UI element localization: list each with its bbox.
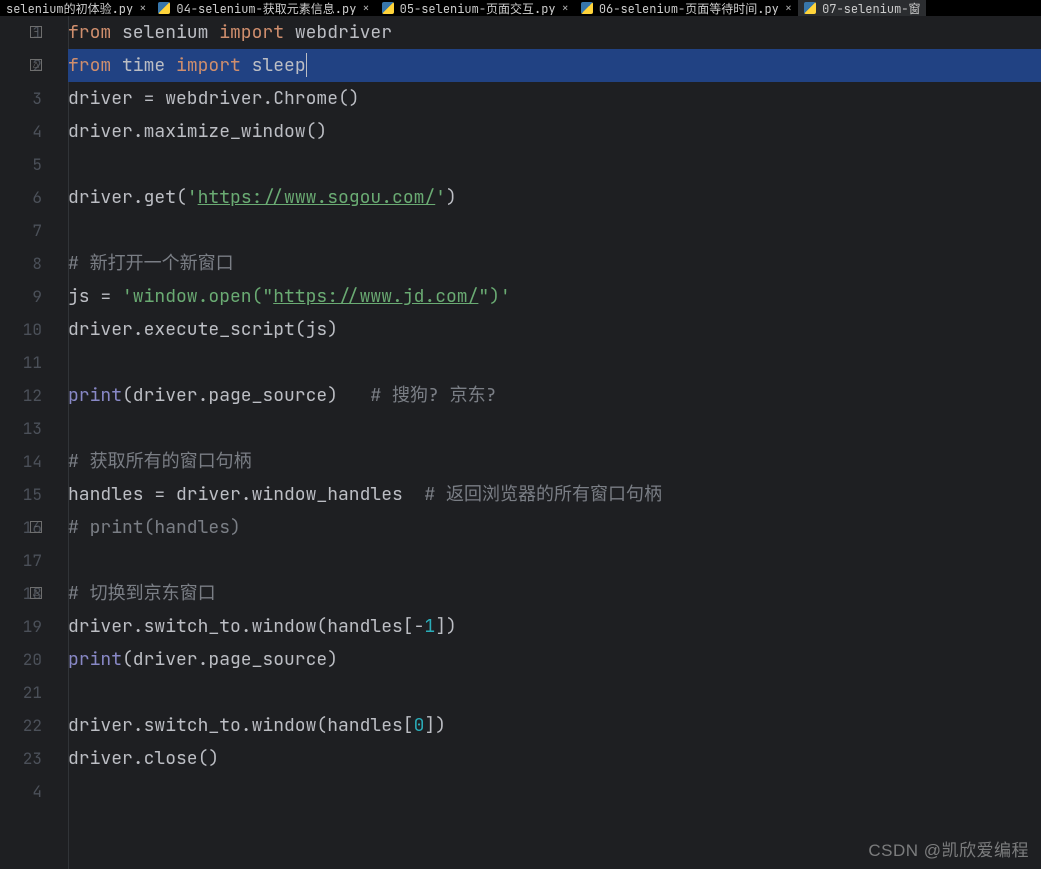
code-line: js = 'window.open("https://www.jd.com/")… [68,280,1041,313]
code-line: # 获取所有的窗口句柄 [68,445,1041,478]
line-number: 1− [0,16,42,49]
fold-icon[interactable]: − [30,521,42,533]
code-line: driver.close() [68,742,1041,775]
code-line: handles = driver.window_handles # 返回浏览器的… [68,478,1041,511]
code-line [68,346,1041,379]
code-line [68,544,1041,577]
code-line: # 切换到京东窗口 [68,577,1041,610]
editor-tab[interactable]: 05-selenium-页面交互.py× [376,0,575,16]
python-icon [581,2,593,14]
code-line: driver.execute_script(js) [68,313,1041,346]
line-number: 6 [0,181,42,214]
line-number: 10 [0,313,42,346]
fold-icon[interactable]: △ [30,587,42,599]
line-number: 20 [0,643,42,676]
editor-tab-active[interactable]: 07-selenium-窗 [798,0,926,16]
code-line: driver.switch_to.window(handles[-1]) [68,610,1041,643]
close-icon[interactable]: × [785,0,792,16]
line-number: 22 [0,709,42,742]
line-number: 8 [0,247,42,280]
code-line [68,775,1041,808]
editor-tab[interactable]: selenium的初体验.py× [0,0,152,16]
line-number: 19 [0,610,42,643]
watermark-text: CSDN @凯欣爱编程 [868,836,1029,861]
line-number: 4 [0,775,42,808]
line-number: 7 [0,214,42,247]
text-cursor [306,53,307,77]
code-area[interactable]: from selenium import webdriver from time… [68,16,1041,869]
line-number: 4 [0,115,42,148]
line-number: 2△ [0,49,42,82]
code-line [68,214,1041,247]
fold-icon[interactable]: − [30,26,42,38]
python-icon [382,2,394,14]
line-number: 9 [0,280,42,313]
code-line: driver.maximize_window() [68,115,1041,148]
tab-bar: selenium的初体验.py× 04-selenium-获取元素信息.py× … [0,0,1041,16]
code-line: # 新打开一个新窗口 [68,247,1041,280]
code-line current-line: from time import sleep [68,49,1041,82]
close-icon[interactable]: × [362,0,369,16]
code-line [68,676,1041,709]
code-line: print(driver.page_source) # 搜狗? 京东? [68,379,1041,412]
line-number: 23 [0,742,42,775]
close-icon[interactable]: × [562,0,569,16]
code-line: print(driver.page_source) [68,643,1041,676]
line-number: 13 [0,412,42,445]
code-line: # print(handles) [68,511,1041,544]
fold-icon[interactable]: △ [30,59,42,71]
line-number-gutter: 1− 2△ 3 4 5 6 7 8 9 10 11 12 13 14 15 16… [0,16,68,869]
code-editor[interactable]: 1− 2△ 3 4 5 6 7 8 9 10 11 12 13 14 15 16… [0,16,1041,869]
code-line [68,412,1041,445]
line-number: 14 [0,445,42,478]
line-number: 16− [0,511,42,544]
line-number: 3 [0,82,42,115]
line-number: 18△ [0,577,42,610]
python-icon [158,2,170,14]
code-line: from selenium import webdriver [68,16,1041,49]
editor-tab[interactable]: 06-selenium-页面等待时间.py× [575,0,798,16]
line-number: 11 [0,346,42,379]
code-line [68,148,1041,181]
close-icon[interactable]: × [139,0,146,16]
editor-tab[interactable]: 04-selenium-获取元素信息.py× [152,0,375,16]
line-number: 21 [0,676,42,709]
line-number: 5 [0,148,42,181]
code-line: driver.get('https://www.sogou.com/') [68,181,1041,214]
line-number: 17 [0,544,42,577]
python-icon [804,2,816,14]
line-number: 15 [0,478,42,511]
line-number: 12 [0,379,42,412]
code-line: driver = webdriver.Chrome() [68,82,1041,115]
code-line: driver.switch_to.window(handles[0]) [68,709,1041,742]
